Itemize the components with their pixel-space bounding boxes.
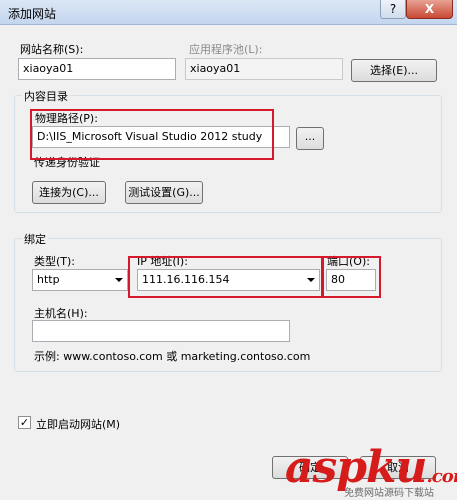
binding-title: 绑定	[22, 231, 48, 247]
start-website-checkbox[interactable]: ✓	[18, 416, 31, 429]
physical-path-highlight	[30, 109, 274, 160]
content-directory-title: 内容目录	[22, 88, 70, 104]
hostname-input[interactable]	[32, 320, 290, 342]
hostname-label: 主机名(H):	[34, 307, 88, 320]
window-title: 添加网站	[8, 7, 57, 21]
help-button[interactable]: ?	[380, 0, 406, 19]
test-settings-button[interactable]: 测试设置(G)...	[125, 181, 203, 204]
type-label: 类型(T):	[34, 255, 76, 268]
start-website-label: 立即启动网站(M)	[36, 418, 121, 431]
ip-address-highlight	[128, 256, 323, 298]
connect-as-button[interactable]: 连接为(C)...	[32, 181, 106, 204]
hostname-example: 示例: www.contoso.com 或 marketing.contoso.…	[34, 350, 311, 363]
app-pool-label: 应用程序池(L):	[189, 43, 263, 56]
type-select[interactable]: http	[32, 269, 128, 291]
browse-button[interactable]: ...	[296, 127, 324, 150]
select-button[interactable]: 选择(E)...	[351, 59, 437, 82]
site-name-input[interactable]: xiaoya01	[18, 58, 176, 80]
close-button[interactable]: X	[406, 0, 453, 19]
port-highlight	[322, 256, 381, 298]
site-name-label: 网站名称(S):	[20, 43, 84, 56]
app-pool-field: xiaoya01	[185, 58, 343, 80]
type-value: http	[37, 273, 60, 286]
watermark-subtitle: 免费网站源码下载站	[344, 488, 434, 499]
chevron-down-icon	[115, 278, 123, 282]
